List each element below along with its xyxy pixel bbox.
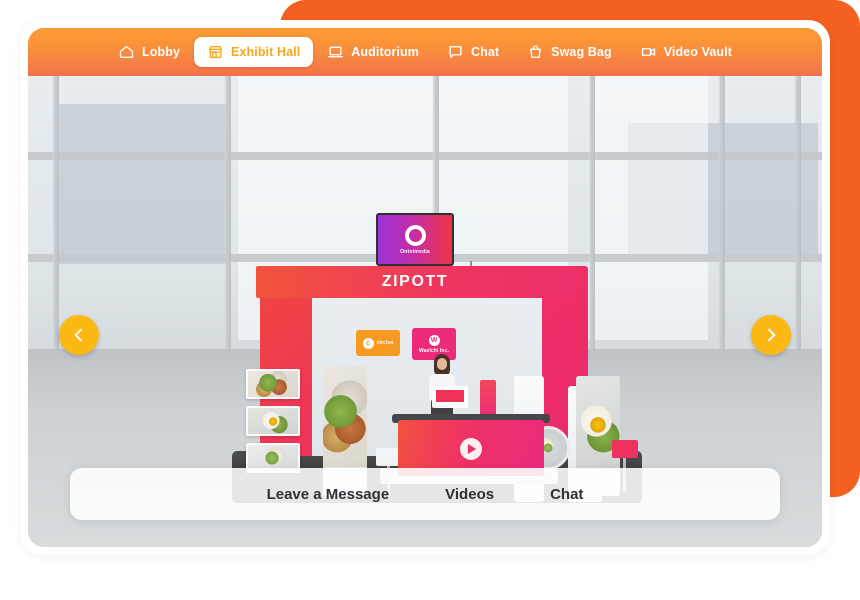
app-viewport: Lobby Exhibit Hall Auditorium Chat Swag …: [28, 28, 822, 547]
booth-banner: ZIPOTT: [256, 266, 574, 298]
exhibit-stage: Ontotmedia ZIPOTT c circleo W Waelchi In…: [28, 76, 822, 547]
nav-label-video-vault: Video Vault: [663, 45, 732, 59]
waelchi-logo-icon: W: [428, 334, 440, 346]
presenter-held-card: [432, 386, 468, 408]
next-booth-button[interactable]: [751, 315, 791, 355]
booth-thumbnail-strip: [246, 369, 300, 480]
page-root: Lobby Exhibit Hall Auditorium Chat Swag …: [0, 0, 860, 600]
nav-item-chat[interactable]: Chat: [433, 37, 513, 67]
salad-banner-photo: [323, 366, 367, 468]
nav-label-auditorium: Auditorium: [351, 45, 419, 59]
laptop-icon: [327, 44, 344, 60]
previous-booth-button[interactable]: [59, 315, 99, 355]
presenter-face: [437, 358, 447, 370]
booth-title: ZIPOTT: [381, 273, 449, 290]
thumbnail-item[interactable]: [246, 406, 300, 436]
nav-label-exhibit-hall: Exhibit Hall: [231, 45, 301, 59]
nav-item-auditorium[interactable]: Auditorium: [313, 37, 433, 67]
videos-button[interactable]: Videos: [445, 486, 494, 503]
shopping-bag-icon: [527, 44, 544, 60]
main-navigation: Lobby Exhibit Hall Auditorium Chat Swag …: [28, 28, 822, 76]
chevron-right-icon: [763, 327, 779, 343]
sign-label-waelchi: Waelchi Inc.: [419, 347, 449, 354]
play-button-icon[interactable]: [460, 438, 482, 461]
nav-label-chat: Chat: [470, 45, 500, 59]
booth-hanging-screen[interactable]: Ontotmedia: [376, 213, 454, 266]
app-card: Lobby Exhibit Hall Auditorium Chat Swag …: [20, 20, 830, 555]
nav-item-video-vault[interactable]: Video Vault: [626, 37, 746, 67]
booth-action-bar: Leave a Message Videos Chat: [70, 468, 780, 520]
nav-item-exhibit-hall[interactable]: Exhibit Hall: [194, 37, 314, 67]
storefront-icon: [207, 44, 224, 60]
nav-label-swag-bag: Swag Bag: [551, 45, 612, 59]
booth-side-screen[interactable]: [612, 440, 638, 458]
video-camera-icon: [640, 44, 657, 60]
avocado-toast-egg-photo: [248, 408, 298, 434]
nav-item-swag-bag[interactable]: Swag Bag: [513, 37, 626, 67]
circleo-logo-icon: c: [362, 337, 374, 349]
chevron-left-icon: [71, 327, 87, 343]
sign-label-circleo: circleo: [376, 340, 394, 346]
nav-label-lobby: Lobby: [142, 45, 181, 59]
salad-bowl-photo: [248, 371, 298, 397]
chat-bubble-icon: [447, 44, 464, 60]
home-icon: [118, 44, 135, 60]
leave-a-message-button[interactable]: Leave a Message: [267, 486, 390, 503]
thumbnail-item[interactable]: [246, 369, 300, 399]
chat-button[interactable]: Chat: [550, 486, 583, 503]
hanging-screen-caption: Ontotmedia: [400, 248, 430, 255]
nav-item-lobby[interactable]: Lobby: [104, 37, 194, 67]
booth-sign-circleo[interactable]: c circleo: [356, 330, 400, 356]
ring-logo-icon: [404, 224, 426, 246]
